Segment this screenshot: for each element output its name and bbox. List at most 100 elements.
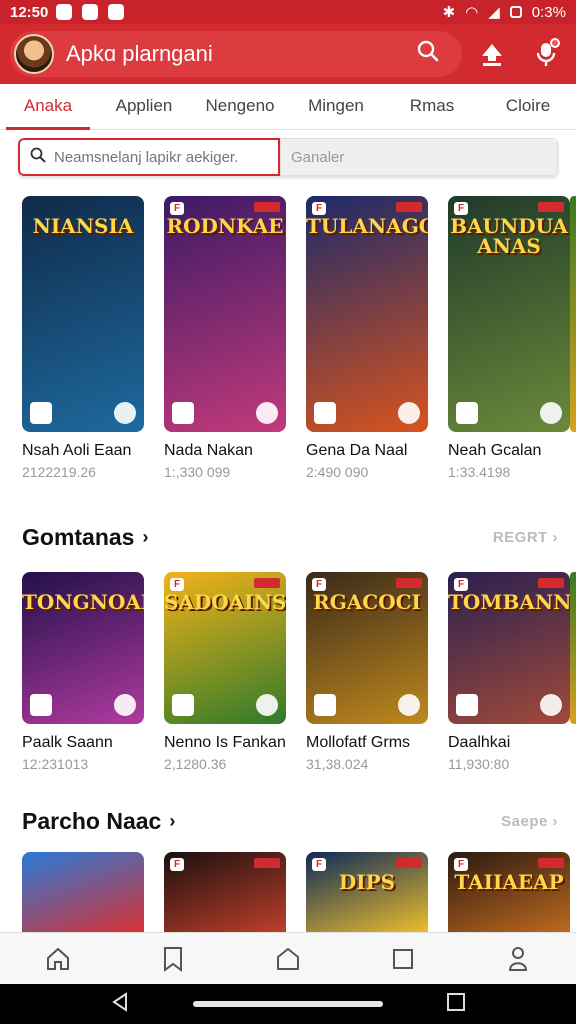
section-title: Gomtanas [22, 524, 135, 550]
game-name: Nenno Is Fankan [164, 734, 286, 751]
game-card[interactable] [22, 852, 144, 934]
game-name: Neah Gcalan [448, 442, 542, 459]
battery-icon [509, 6, 522, 18]
game-name: Nada Nakan [164, 442, 253, 459]
rating-icon [398, 402, 420, 424]
platform-icon [30, 402, 52, 424]
header-search-bar[interactable]: Apkɑ plarngani [10, 31, 462, 77]
status-right: ✱ ◠ ◢ 0:3% [443, 3, 566, 22]
home-icon[interactable] [38, 939, 78, 979]
platform-icon [456, 402, 478, 424]
house-icon[interactable] [268, 939, 308, 979]
see-more-link[interactable]: REGRT › [493, 529, 558, 546]
game-card[interactable]: NIANSIA Nsah Aoli Eaan 2122219.26 [22, 196, 144, 480]
game-thumbnail[interactable]: NIANSIA [22, 196, 144, 432]
game-thumbnail[interactable]: FTULANAGON [306, 196, 428, 432]
platform-icon [314, 402, 336, 424]
notification-icon-3 [108, 4, 125, 20]
header-actions [472, 34, 566, 74]
game-thumbnail[interactable]: F [164, 852, 286, 934]
notification-badge [550, 38, 560, 48]
game-card[interactable]: F [164, 852, 286, 934]
game-thumbnail[interactable]: F RGACOCI [306, 572, 428, 724]
wifi-icon: ◠ [465, 4, 479, 21]
platform-icon [30, 694, 52, 716]
rating-icon [256, 402, 278, 424]
rating-icon [540, 694, 562, 716]
game-thumbnail[interactable]: F SADOAINS [164, 572, 286, 724]
tab-rmas[interactable]: Rmas [384, 84, 480, 129]
game-thumbnail[interactable]: F BAUNDUA ANAS [448, 196, 570, 432]
game-name: Daalhkai [448, 734, 511, 751]
game-card[interactable]: F SADOAINS Nenno Is Fankan 2,1280.36 [164, 572, 286, 772]
tab-mingen[interactable]: Mingen [288, 84, 384, 129]
game-thumbnail[interactable]: F RODNKAE [164, 196, 286, 432]
bookmark-icon[interactable] [153, 939, 193, 979]
back-icon[interactable] [110, 991, 130, 1018]
platform-icon [172, 402, 194, 424]
game-thumbnail[interactable]: F DIPS [306, 852, 428, 934]
see-more-link[interactable]: Saepe › [501, 813, 558, 830]
search-field[interactable] [18, 138, 280, 176]
game-card[interactable]: F TOMBANN Daalhkai 11,930:80 [448, 572, 570, 772]
game-meta: 2:490 090 [306, 464, 369, 480]
game-card[interactable]: FTULANAGON Gena Da Naal 2:490 090 [306, 196, 428, 480]
square-icon[interactable] [383, 939, 423, 979]
avatar[interactable] [14, 34, 54, 74]
game-card[interactable]: F RODNKAE Nada Nakan 1:,330 099 [164, 196, 286, 480]
tab-nengeno[interactable]: Nengeno [192, 84, 288, 129]
tab-bar: Anaka Applien Nengeno Mingen Rmas Cloire [0, 84, 576, 130]
battery-text: 0:3% [531, 3, 566, 21]
game-card[interactable]: F TAIIAEAP [448, 852, 570, 934]
see-more-label: REGRT [492, 529, 548, 546]
bottom-nav [0, 932, 576, 984]
screen: 12:50 ✱ ◠ ◢ 0:3% Apkɑ plarngani Anaka Ap… [0, 0, 576, 1024]
game-art-title: BAUNDUA ANAS [450, 214, 568, 258]
game-name: Gena Da Naal [306, 442, 408, 459]
rating-icon [114, 402, 136, 424]
mic-icon[interactable] [526, 34, 566, 74]
game-card[interactable]: TONGNOAN Paalk Saann 12:231013 [22, 572, 144, 772]
tab-anaka[interactable]: Anaka [0, 84, 96, 130]
game-name: Nsah Aoli Eaan [22, 442, 132, 459]
section-header-gomtanas[interactable]: Gomtanas › REGRT › [22, 524, 558, 551]
game-thumbnail[interactable]: TONGNOAN [22, 572, 144, 724]
game-art-title: TULANAGON [306, 214, 428, 238]
signal-icon: ◢ [488, 4, 500, 21]
game-meta: 11,930:80 [448, 756, 510, 772]
parcho-row: F F DIPS F TAIIAEAP [22, 852, 570, 934]
profile-icon[interactable] [498, 939, 538, 979]
tab-cloire[interactable]: Cloire [480, 84, 576, 129]
game-meta: 2122219.26 [22, 464, 96, 480]
game-art-title: NIANSIA [32, 214, 134, 238]
game-card[interactable]: F DIPS [306, 852, 428, 934]
rating-icon [114, 694, 136, 716]
filter-dropdown[interactable]: Ganaler [280, 138, 558, 176]
chevron-right-icon: › [169, 811, 176, 831]
rating-icon [398, 694, 420, 716]
game-art-title: RODNKAE [166, 214, 284, 238]
game-meta: 1:33.4198 [448, 464, 511, 480]
home-gesture-pill[interactable] [193, 1001, 383, 1007]
game-card[interactable]: F RGACOCI Mollofatf Grms 31,38.024 [306, 572, 428, 772]
tab-applien[interactable]: Applien [96, 84, 192, 129]
see-more-label: Saepe [501, 813, 548, 830]
recents-icon[interactable] [446, 992, 466, 1017]
platform-icon [456, 694, 478, 716]
game-art-title [164, 852, 286, 934]
rating-icon [540, 402, 562, 424]
game-thumbnail[interactable] [22, 852, 144, 934]
game-thumbnail[interactable]: F TAIIAEAP [448, 852, 570, 934]
search-input[interactable] [54, 148, 268, 166]
game-thumbnail[interactable]: F TOMBANN [448, 572, 570, 724]
section-header-parcho[interactable]: Parcho Naac › Saepe › [22, 808, 558, 835]
game-card[interactable]: F BAUNDUA ANAS Neah Gcalan 1:33.4198 [448, 196, 570, 480]
app-header: Apkɑ plarngani [0, 24, 576, 84]
platform-icon [172, 694, 194, 716]
platform-icon [314, 694, 336, 716]
header-title: Apkɑ plarngani [66, 41, 213, 66]
search-icon [30, 147, 46, 168]
search-icon[interactable] [408, 40, 448, 68]
upload-icon[interactable] [472, 34, 512, 74]
game-meta: 1:,330 099 [164, 464, 231, 480]
